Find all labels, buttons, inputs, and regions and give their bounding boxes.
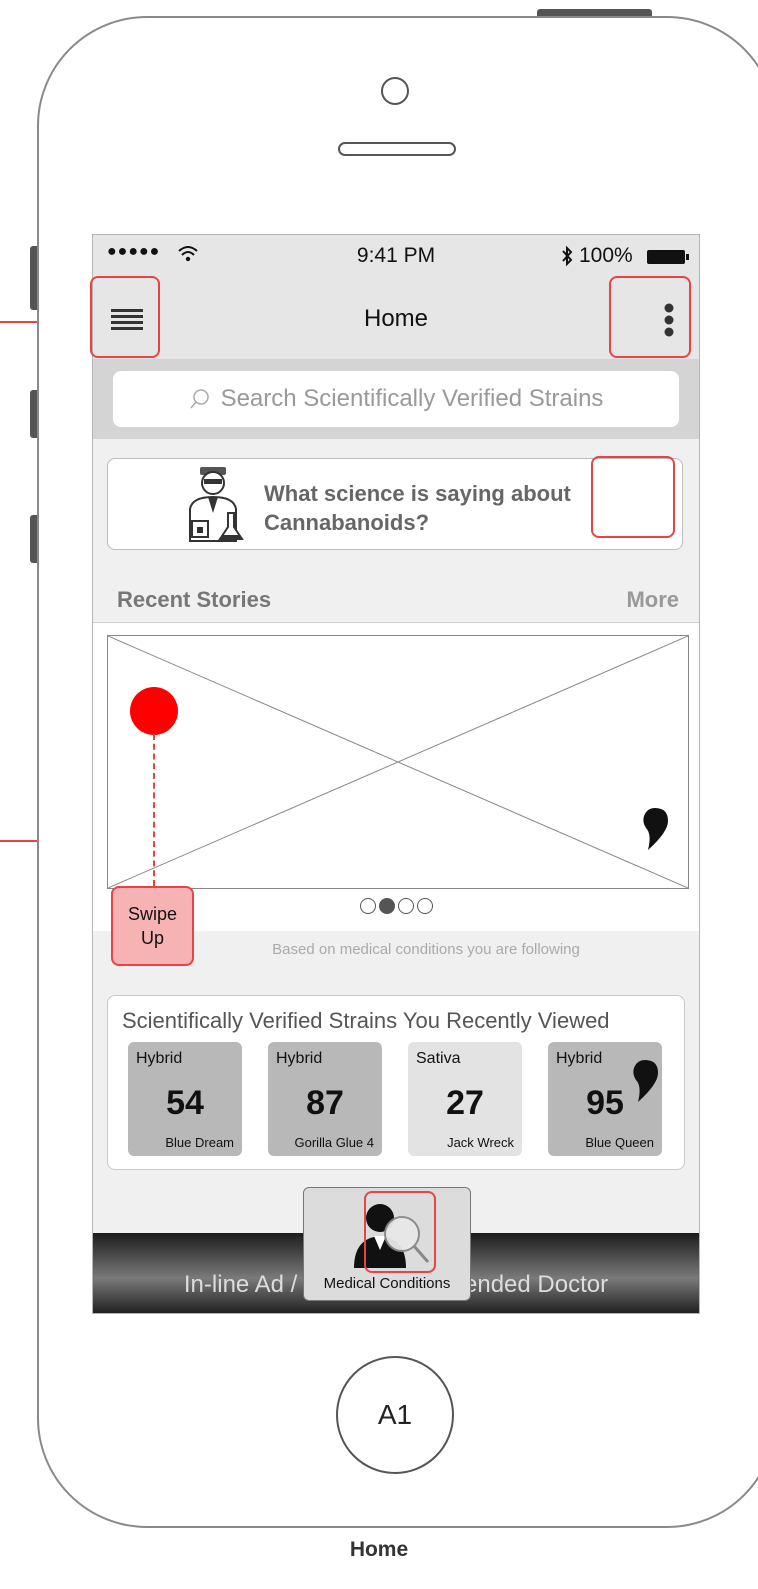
swipe-note-line-1: Swipe [127, 904, 178, 924]
hotspot-medical[interactable] [364, 1191, 436, 1273]
front-camera [381, 77, 409, 105]
strain-type: Sativa [416, 1050, 461, 1067]
page-dot[interactable] [397, 898, 414, 914]
swipe-marker [130, 687, 178, 735]
strain-type: Hybrid [276, 1050, 323, 1067]
bluetooth-icon [562, 245, 573, 267]
home-hardware-button[interactable]: A1 [336, 1356, 454, 1474]
recent-stories-header: Recent Stories More [93, 579, 699, 623]
recent-strains-title: Scientifically Verified Strains You Rece… [122, 1008, 610, 1033]
hotspot-science[interactable] [591, 456, 675, 538]
strain-name: Blue Dream [165, 1135, 234, 1150]
strain-type: Hybrid [136, 1050, 183, 1067]
strain-score: 27 [446, 1084, 484, 1122]
strain-type: Hybrid [556, 1050, 603, 1067]
search-placeholder: Search Scientifically Verified Strains [220, 385, 604, 412]
swipe-note-line-2: Up [140, 928, 164, 948]
phone-screen: ●●●●● 9:41 PM 100% Home Search Scientifi… [92, 234, 700, 1314]
strain-name: Jack Wreck [447, 1135, 514, 1150]
search-icon [190, 389, 209, 409]
stories-carousel[interactable] [93, 623, 699, 931]
strain-tile[interactable]: Hybrid 95 Blue Queen [548, 1042, 662, 1156]
search-bar: Search Scientifically Verified Strains [93, 359, 699, 439]
strain-name: Gorilla Glue 4 [294, 1135, 374, 1150]
home-button-label: A1 [377, 1399, 413, 1430]
swipe-guide-line [153, 734, 155, 886]
strain-score: 87 [306, 1084, 344, 1122]
hotspot-menu[interactable] [90, 276, 160, 358]
battery-icon [647, 250, 689, 264]
page-caption: Home [349, 1538, 409, 1561]
strain-name: Blue Queen [585, 1135, 654, 1150]
image-placeholder-cross [107, 635, 689, 889]
page-dot[interactable] [359, 898, 376, 914]
strain-tile[interactable]: Hybrid 54 Blue Dream [128, 1042, 242, 1156]
swipe-up-note[interactable]: Swipe Up [111, 886, 194, 966]
strain-tile[interactable]: Sativa 27 Jack Wreck [408, 1042, 522, 1156]
page-dot[interactable] [416, 898, 433, 914]
hotspot-overflow[interactable] [609, 276, 691, 358]
pin-marker-icon [643, 808, 668, 850]
medical-conditions-label: Medical Conditions [323, 1275, 451, 1292]
more-link[interactable]: More [626, 587, 679, 613]
search-input[interactable]: Search Scientifically Verified Strains [113, 371, 679, 427]
recent-strains-card: Scientifically Verified Strains You Rece… [107, 995, 685, 1170]
story-image-placeholder[interactable] [107, 635, 689, 889]
strain-tile[interactable]: Hybrid 87 Gorilla Glue 4 [268, 1042, 382, 1156]
strain-score: 54 [166, 1084, 204, 1122]
recent-stories-heading: Recent Stories [117, 587, 272, 612]
scientist-icon [189, 467, 244, 542]
earpiece-speaker [338, 142, 456, 156]
battery-percent: 100% [579, 244, 633, 267]
pin-marker-icon [633, 1060, 658, 1102]
status-bar: ●●●●● 9:41 PM 100% [93, 235, 699, 279]
page-dot-active[interactable] [378, 898, 395, 914]
